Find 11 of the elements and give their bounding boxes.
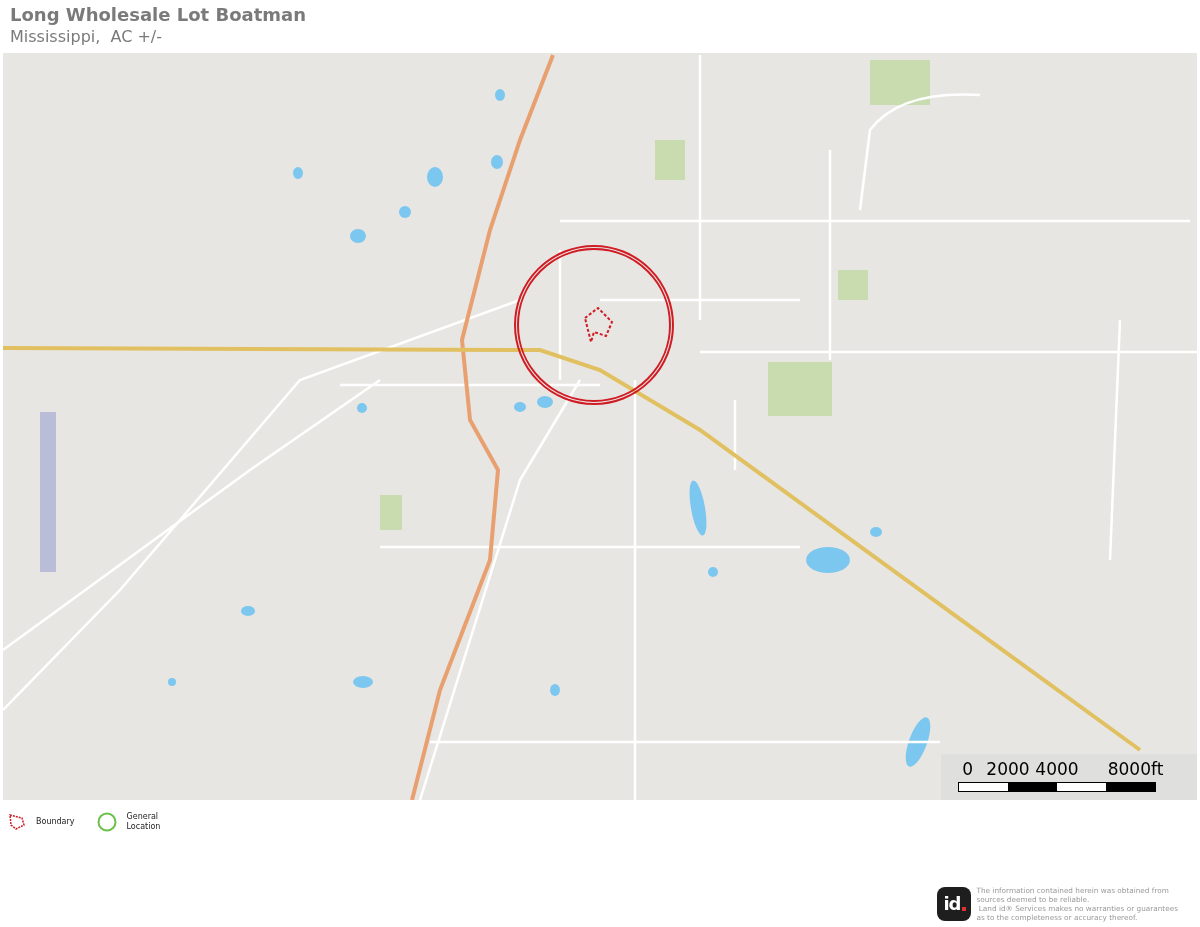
report-title: Long Wholesale Lot Boatman [10, 4, 306, 26]
scale-label: 2000 [986, 759, 1030, 779]
circle-icon [96, 812, 117, 832]
scale-label: 8000ft [1107, 759, 1164, 779]
legend-label: Boundary [36, 817, 75, 827]
logo-badge: id [937, 887, 972, 921]
report-subtitle: Mississippi, AC +/- [10, 26, 162, 48]
boundary-icon [8, 813, 26, 831]
scale-label: 4000 [1035, 759, 1079, 779]
legend-label: General Location [126, 812, 161, 832]
scale-label: 0 [962, 759, 974, 779]
